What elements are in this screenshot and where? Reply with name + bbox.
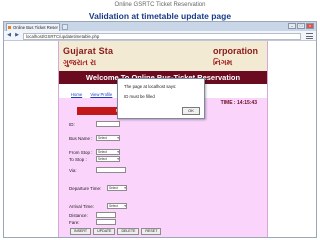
banner-gujarati-left: ગુજરાત રા [63,58,97,67]
time-display: TIME : 14:15:43 [220,100,257,106]
nav-link-view-profile[interactable]: View Profile [90,92,112,97]
address-bar: ◀ ▶ localhost/GSRTC/updatetimetable.php [4,31,316,41]
distance-label: Distance: [69,213,88,218]
favicon-icon [8,26,11,29]
gsrtc-page: Gujarat Sta orporation ગુજરાત રા નિગમ We… [58,41,268,237]
url-input[interactable]: localhost/GSRTC/updatetimetable.php [23,33,301,40]
banner-gujarati-right: નિગમ [213,58,233,67]
menu-icon[interactable] [306,33,313,39]
slide-title: Online GSRTC Ticket Reservation [114,2,206,8]
dialog-title: The page at localhost says: [124,84,177,89]
minimize-button[interactable]: – [288,23,296,29]
nav-link-home[interactable]: Home [71,92,82,97]
to-stop-label: To Stop : [69,157,87,162]
back-button[interactable]: ◀ [6,33,12,39]
bus-name-label: Bus Name : [69,136,93,141]
to-stop-select[interactable]: Select [96,156,120,162]
maximize-button[interactable]: □ [297,23,305,29]
fare-label: Fare: [69,220,80,225]
id-input[interactable] [96,121,120,127]
distance-input[interactable] [96,212,116,218]
arrival-time-label: Arrival Time: [69,204,95,209]
alert-dialog: The page at localhost says: ID must be f… [117,78,205,119]
update-button[interactable]: UPDATE [93,228,116,235]
dialog-message: ID must be filled [124,94,155,99]
banner-english-right: orporation [213,46,258,56]
tab-label: Online Bus Ticket Reser [13,25,58,30]
new-tab-button[interactable] [62,24,68,30]
departure-time-label: Departure Time: [69,186,102,191]
arrival-time-select[interactable]: Select [107,203,127,209]
banner-english-left: Gujarat Sta [63,46,114,56]
via-input[interactable] [96,167,126,173]
insert-button[interactable]: INSERT [70,228,92,235]
reset-button[interactable]: RESET [141,228,162,235]
from-stop-label: From Stop : [69,150,93,155]
slide-subtitle: Validation at timetable update page [88,11,232,21]
gsrtc-banner: Gujarat Sta orporation ગુજરાત રા નિગમ [59,41,267,71]
fare-input[interactable] [96,219,116,225]
forward-button[interactable]: ▶ [14,33,20,39]
browser-tab[interactable]: Online Bus Ticket Reser [6,23,60,31]
delete-button[interactable]: DELETE [117,228,140,235]
page-viewport: Gujarat Sta orporation ગુજરાત રા નિગમ We… [4,41,316,237]
dialog-ok-button[interactable]: OK [182,107,200,115]
id-label: ID: [69,122,75,127]
bus-name-select[interactable]: Select [96,135,120,141]
form-buttons: INSERT UPDATE DELETE RESET [70,228,162,235]
browser-window: Online Bus Ticket Reser – □ × ◀ ▶ localh… [3,21,317,238]
from-stop-select[interactable]: Select [96,149,120,155]
close-button[interactable]: × [306,23,314,29]
via-label: Via: [69,168,77,173]
departure-time-select[interactable]: Select [107,185,127,191]
window-controls: – □ × [288,23,314,29]
tab-bar: Online Bus Ticket Reser – □ × [4,22,316,31]
